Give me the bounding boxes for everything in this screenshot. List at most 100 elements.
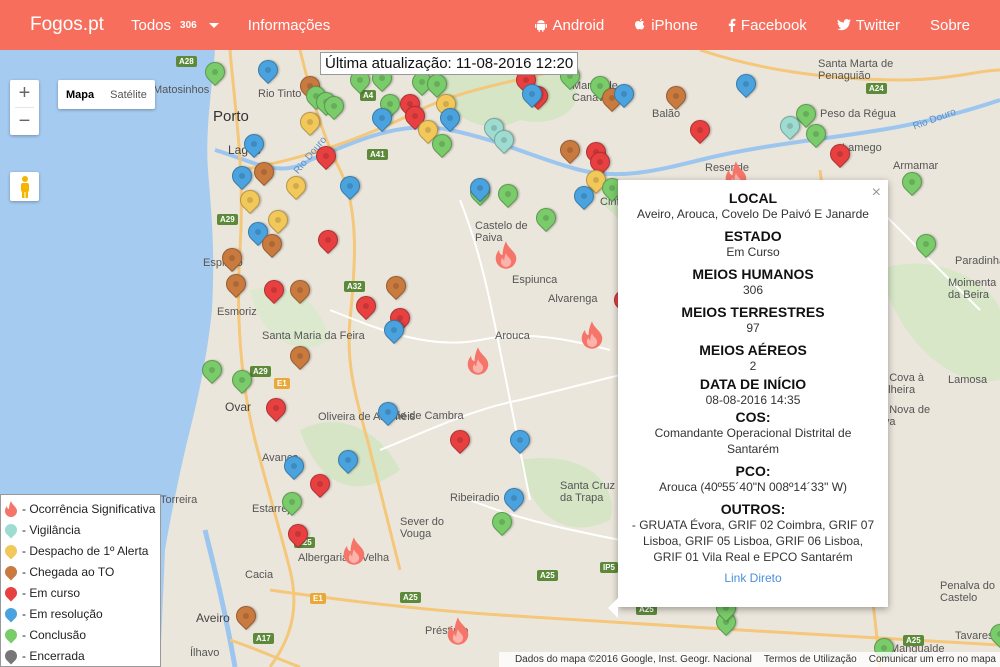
nav-iphone[interactable]: iPhone bbox=[634, 17, 698, 34]
road-shield: A32 bbox=[344, 281, 365, 292]
place-label: Santa Marta de Penaguião bbox=[818, 58, 894, 82]
info-aereos-value: 2 bbox=[749, 359, 757, 373]
last-update-banner: Última atualização: 11-08-2016 12:20 bbox=[320, 52, 579, 75]
map-type-satellite-button[interactable]: Satélite bbox=[102, 80, 155, 109]
place-label: Rio Tinto bbox=[258, 88, 302, 100]
road-shield: E1 bbox=[274, 378, 290, 389]
significant-fire-flame-icon[interactable] bbox=[580, 320, 604, 350]
road-shield: A25 bbox=[400, 592, 421, 603]
legend-item: - Em curso bbox=[2, 582, 157, 603]
place-label: Penalva do Castelo bbox=[940, 580, 996, 604]
place-label: Cacia bbox=[245, 569, 274, 581]
nav-informacoes[interactable]: Informações bbox=[248, 17, 331, 34]
street-view-pegman-icon[interactable] bbox=[10, 172, 39, 201]
todos-dropdown[interactable]: Todos 306 bbox=[131, 17, 219, 34]
road-shield: A25 bbox=[903, 635, 924, 646]
info-terrestres-value: 97 bbox=[746, 321, 760, 335]
place-label: Torreira bbox=[160, 494, 198, 506]
legend-label: - Encerrada bbox=[22, 648, 85, 663]
legend-label: - Em resolução bbox=[22, 606, 103, 621]
place-label: Porto bbox=[213, 108, 249, 125]
marker-icon bbox=[2, 521, 20, 538]
zoom-in-button[interactable]: + bbox=[10, 80, 39, 107]
legend-label: - Em curso bbox=[22, 585, 81, 600]
place-label: Lamosa bbox=[948, 374, 988, 386]
place-label: Alvarenga bbox=[548, 293, 598, 305]
todos-label: Todos bbox=[131, 16, 172, 34]
place-label: Santa Maria da Feira bbox=[262, 330, 365, 342]
place-label: Espiunca bbox=[512, 274, 558, 286]
facebook-label: Facebook bbox=[740, 16, 807, 34]
road-shield: A17 bbox=[253, 633, 274, 644]
info-data-label: DATA DE INÍCIO bbox=[699, 376, 807, 392]
terms-link[interactable]: Termos de Utilização bbox=[764, 654, 857, 665]
legend-label: - Conclusão bbox=[22, 627, 87, 642]
iphone-label: iPhone bbox=[651, 16, 698, 34]
zoom-control: + − bbox=[10, 80, 39, 135]
legend-label: - Despacho de 1º Alerta bbox=[22, 543, 149, 558]
info-window-pointer bbox=[608, 598, 618, 618]
road-shield: A24 bbox=[866, 83, 887, 94]
map-attribution: Dados do mapa ©2016 Google, Inst. Geogr.… bbox=[498, 652, 1000, 667]
legend-item: - Encerrada bbox=[2, 645, 157, 666]
info-humanos-label: MEIOS HUMANOS bbox=[692, 266, 814, 282]
significant-fire-flame-icon[interactable] bbox=[466, 346, 490, 376]
top-navbar: Fogos.pt Todos 306 Informações Android i… bbox=[0, 0, 1000, 50]
marker-icon bbox=[2, 584, 20, 601]
marker-icon bbox=[2, 563, 20, 580]
legend-label: - Chegada ao TO bbox=[22, 564, 115, 579]
place-label: Ílhavo bbox=[190, 647, 220, 659]
info-outros-value: - GRUATA Évora, GRIF 02 Coimbra, GRIF 07… bbox=[631, 518, 875, 564]
close-icon[interactable]: × bbox=[872, 184, 881, 202]
legend-item: - Conclusão bbox=[2, 624, 157, 645]
road-shield: A25 bbox=[537, 570, 558, 581]
info-terrestres-label: MEIOS TERRESTRES bbox=[681, 304, 825, 320]
place-label: Ovar bbox=[225, 400, 252, 414]
nav-twitter[interactable]: Twitter bbox=[836, 16, 900, 34]
legend-item: - Vigilância bbox=[2, 519, 157, 540]
info-estado-label: ESTADO bbox=[724, 228, 782, 244]
info-cos-value: Comandante Operacional Distrital de Sant… bbox=[654, 426, 852, 456]
road-shield: E1 bbox=[310, 593, 326, 604]
report-error-link[interactable]: Comunicar um erro no mapa bbox=[869, 654, 996, 665]
flame-icon bbox=[4, 500, 18, 517]
direct-link[interactable]: Link Direto bbox=[724, 571, 781, 585]
place-label: Tavares bbox=[955, 630, 994, 642]
brand-logo[interactable]: Fogos.pt bbox=[0, 14, 131, 36]
info-local-value: Aveiro, Arouca, Covelo De Paivó E Janard… bbox=[637, 207, 869, 221]
legend-label: - Ocorrência Significativa bbox=[22, 501, 156, 516]
significant-fire-flame-icon[interactable] bbox=[342, 536, 366, 566]
nav-facebook[interactable]: Facebook bbox=[728, 17, 807, 34]
place-label: Armamar bbox=[893, 160, 939, 172]
occurrence-info-window: × LOCAL Aveiro, Arouca, Covelo De Paivó … bbox=[608, 180, 888, 618]
marker-icon bbox=[2, 605, 20, 622]
place-label: Esmoriz bbox=[217, 306, 257, 318]
road-shield: A29 bbox=[217, 214, 238, 225]
info-humanos-value: 306 bbox=[742, 283, 764, 297]
significant-fire-flame-icon[interactable] bbox=[446, 616, 470, 646]
map-type-map-button[interactable]: Mapa bbox=[58, 80, 102, 109]
marker-icon bbox=[2, 626, 20, 643]
todos-count: 306 bbox=[180, 19, 197, 31]
legend-label: - Vigilância bbox=[22, 522, 81, 537]
marker-icon bbox=[2, 647, 20, 664]
place-label: Arouca bbox=[495, 330, 530, 342]
legend-item: - Ocorrência Significativa bbox=[4, 498, 157, 519]
place-label: Peso da Régua bbox=[820, 108, 896, 120]
info-data-value: 08-08-2016 14:35 bbox=[705, 393, 801, 407]
map-type-control: Mapa Satélite bbox=[58, 80, 155, 109]
legend-item: - Em resolução bbox=[2, 603, 157, 624]
nav-android[interactable]: Android bbox=[535, 17, 604, 34]
significant-fire-flame-icon[interactable] bbox=[494, 240, 518, 270]
nav-sobre[interactable]: Sobre bbox=[930, 17, 970, 34]
legend-item: - Chegada ao TO bbox=[2, 561, 157, 582]
place-label: Sever do Vouga bbox=[400, 516, 445, 540]
twitter-label: Twitter bbox=[855, 16, 900, 34]
info-local-label: LOCAL bbox=[728, 190, 778, 206]
android-label: Android bbox=[552, 16, 605, 34]
legend-item: - Despacho de 1º Alerta bbox=[2, 540, 157, 561]
zoom-out-button[interactable]: − bbox=[10, 108, 39, 135]
place-label: Paradinha bbox=[955, 255, 1000, 267]
apple-icon bbox=[634, 18, 646, 32]
road-shield: A29 bbox=[250, 366, 271, 377]
